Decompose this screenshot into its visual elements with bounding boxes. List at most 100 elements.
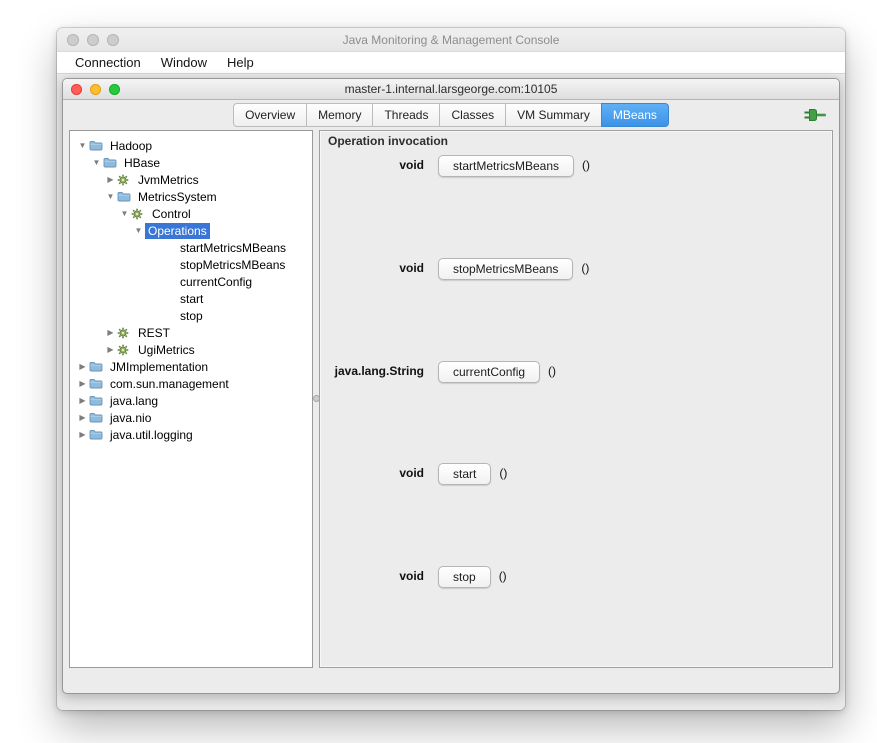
menu-window[interactable]: Window — [151, 55, 217, 70]
operation-signature: () — [499, 466, 508, 481]
connection-title: master-1.internal.larsgeorge.com:10105 — [344, 82, 558, 96]
tree-item-hbase[interactable]: ▼ HBase — [70, 154, 312, 171]
tree-item-jmimplementation[interactable]: ▶ JMImplementation — [70, 358, 312, 375]
tree-item-metricssystem[interactable]: ▼ MetricsSystem — [70, 188, 312, 205]
collapsed-triangle-icon[interactable]: ▶ — [76, 409, 89, 426]
tree-item-rest[interactable]: ▶ REST — [70, 324, 312, 341]
tree-item-jvmmetrics[interactable]: ▶ JvmMetrics — [70, 171, 312, 188]
mbean-icon — [117, 344, 135, 356]
operation-row-currentconfig: java.lang.String currentConfig () — [328, 351, 824, 454]
tree-item-label: stop — [180, 308, 203, 323]
mbeans-tree-panel: ▼ Hadoop ▼ HBase ▶ JvmMetrics ▼ MetricsSystem ▼ C… — [69, 130, 313, 668]
tree-item-label: java.lang — [110, 393, 159, 408]
tree-item-label: JMImplementation — [110, 359, 209, 374]
connection-window-controls — [71, 84, 120, 95]
expanded-triangle-icon[interactable]: ▼ — [132, 222, 145, 239]
operation-button-stop[interactable]: stop — [438, 566, 491, 589]
tree-item-java-util-logging[interactable]: ▶ java.util.logging — [70, 426, 312, 443]
operation-row-start: void start () — [328, 453, 824, 556]
tree-item-label: com.sun.management — [110, 376, 229, 391]
collapsed-triangle-icon[interactable]: ▶ — [104, 171, 117, 188]
tab-strip: Overview Memory Threads Classes VM Summary MB… — [233, 103, 669, 127]
operation-signature: () — [582, 158, 591, 172]
tree-item-stopmetricsmbeans[interactable]: stopMetricsMBeans — [70, 256, 312, 273]
tab-bar: Overview Memory Threads Classes VM Summary MB… — [63, 100, 839, 130]
tab-vm-summary[interactable]: VM Summary — [505, 103, 602, 127]
menu-help[interactable]: Help — [217, 55, 264, 70]
mbean-icon — [117, 174, 135, 186]
operation-signature: () — [581, 260, 590, 275]
operation-button-start[interactable]: start — [438, 463, 492, 486]
folder-icon — [89, 395, 107, 406]
collapsed-triangle-icon[interactable]: ▶ — [76, 426, 89, 443]
tree-item-label: UgiMetrics — [138, 342, 195, 357]
folder-icon — [89, 361, 107, 372]
tree-item-currentconfig[interactable]: currentConfig — [70, 273, 312, 290]
minimize-button[interactable] — [87, 34, 99, 46]
tree-item-start[interactable]: start — [70, 290, 312, 307]
collapsed-triangle-icon[interactable]: ▶ — [104, 324, 117, 341]
expanded-triangle-icon[interactable]: ▼ — [90, 154, 103, 171]
mbeans-split-pane: ▼ Hadoop ▼ HBase ▶ JvmMetrics ▼ MetricsSystem ▼ C… — [69, 130, 833, 668]
minimize-button[interactable] — [90, 84, 101, 95]
expanded-triangle-icon[interactable]: ▼ — [104, 188, 117, 205]
operation-rows: void startMetricsMBeans () void stopMetricsM… — [328, 145, 824, 659]
menu-connection[interactable]: Connection — [65, 55, 151, 70]
tree-item-label: startMetricsMBeans — [180, 240, 287, 255]
folder-icon — [117, 191, 135, 202]
operation-signature: () — [498, 569, 507, 584]
tree-item-control[interactable]: ▼ Control — [70, 205, 312, 222]
tab-mbeans[interactable]: MBeans — [600, 103, 669, 127]
tree-item-label: Control — [152, 206, 191, 221]
tree-item-com-sun-management[interactable]: ▶ com.sun.management — [70, 375, 312, 392]
operation-button-stopmetricsmbeans[interactable]: stopMetricsMBeans — [438, 257, 574, 280]
tree-item-label: JvmMetrics — [138, 172, 199, 187]
operation-button-currentconfig[interactable]: currentConfig — [438, 360, 541, 383]
operation-row-stop: void stop () — [328, 556, 824, 659]
collapsed-triangle-icon[interactable]: ▶ — [76, 375, 89, 392]
mbean-icon — [117, 327, 135, 339]
mdi-desktop: master-1.internal.larsgeorge.com:10105 O… — [57, 75, 845, 710]
connection-titlebar[interactable]: master-1.internal.larsgeorge.com:10105 — [63, 79, 839, 100]
expanded-triangle-icon[interactable]: ▼ — [118, 205, 131, 222]
tree-item-hadoop[interactable]: ▼ Hadoop — [70, 137, 312, 154]
expanded-triangle-icon[interactable]: ▼ — [76, 137, 89, 154]
tree-item-label: java.util.logging — [110, 427, 193, 442]
tree-item-ugimetrics[interactable]: ▶ UgiMetrics — [70, 341, 312, 358]
menu-bar: Connection Window Help — [57, 51, 845, 74]
tab-classes[interactable]: Classes — [439, 103, 507, 127]
tab-threads[interactable]: Threads — [372, 103, 441, 127]
desktop: Java Monitoring & Management Console Con… — [0, 0, 877, 743]
operation-signature: () — [548, 363, 557, 378]
folder-icon — [89, 429, 107, 440]
zoom-button[interactable] — [109, 84, 120, 95]
collapsed-triangle-icon[interactable]: ▶ — [104, 341, 117, 358]
operation-row-startmetricsmbeans: void startMetricsMBeans () — [328, 145, 824, 248]
mbeans-tree: ▼ Hadoop ▼ HBase ▶ JvmMetrics ▼ MetricsSystem ▼ C… — [70, 131, 312, 443]
tree-item-label: REST — [138, 325, 171, 340]
tree-item-label: Hadoop — [110, 138, 153, 153]
tree-item-operations[interactable]: ▼ Operations — [70, 222, 312, 239]
tree-item-java-lang[interactable]: ▶ java.lang — [70, 392, 312, 409]
operation-button-startmetricsmbeans[interactable]: startMetricsMBeans — [438, 155, 575, 177]
collapsed-triangle-icon[interactable]: ▶ — [76, 392, 89, 409]
tree-item-label: start — [180, 291, 204, 306]
collapsed-triangle-icon[interactable]: ▶ — [76, 358, 89, 375]
folder-icon — [103, 157, 121, 168]
operation-invocation-panel: Operation invocation void startMetricsMBe… — [319, 130, 833, 668]
outer-window-controls — [67, 34, 119, 46]
operation-return-type: void — [399, 260, 424, 275]
folder-icon — [89, 140, 107, 151]
outer-titlebar[interactable]: Java Monitoring & Management Console — [57, 28, 845, 51]
tab-overview[interactable]: Overview — [233, 103, 308, 127]
tree-item-java-nio[interactable]: ▶ java.nio — [70, 409, 312, 426]
close-button[interactable] — [71, 84, 82, 95]
operation-return-type: void — [399, 466, 424, 481]
zoom-button[interactable] — [107, 34, 119, 46]
tab-memory[interactable]: Memory — [306, 103, 374, 127]
tree-item-stop[interactable]: stop — [70, 307, 312, 324]
connection-status-plug-icon — [804, 108, 826, 122]
folder-icon — [89, 412, 107, 423]
close-button[interactable] — [67, 34, 79, 46]
tree-item-startmetricsmbeans[interactable]: startMetricsMBeans — [70, 239, 312, 256]
